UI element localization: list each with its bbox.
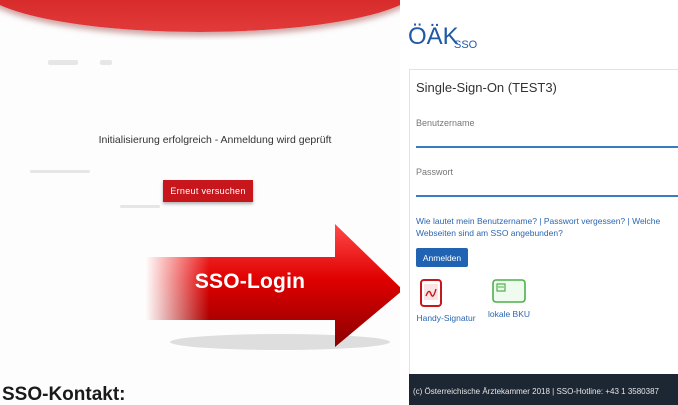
retry-button[interactable]: Erneut versuchen	[163, 180, 253, 202]
card-reader-icon	[492, 279, 526, 303]
handy-signatur-label: Handy-Signatur	[416, 313, 476, 323]
faded-placeholder	[30, 170, 90, 173]
password-label: Passwort	[416, 167, 454, 177]
faded-placeholder	[120, 205, 160, 208]
red-arc	[0, 0, 400, 32]
login-card: Single-Sign-On (TEST3) Benutzername Pass…	[409, 69, 678, 374]
oeak-logo: ÖÄK SSO	[408, 23, 478, 51]
lokale-bku-label: lokale BKU	[487, 309, 531, 319]
help-links[interactable]: Wie lautet mein Benutzername? | Passwort…	[416, 215, 676, 239]
logo-wordmark: ÖÄK	[408, 23, 459, 50]
logo-subtext: SSO	[454, 39, 478, 51]
login-title: Single-Sign-On (TEST3)	[416, 80, 557, 95]
phone-signature-icon	[420, 279, 442, 307]
header-banner	[0, 0, 400, 40]
faded-placeholder	[48, 60, 78, 65]
status-text: Initialisierung erfolgreich - Anmeldung …	[98, 134, 332, 146]
contact-heading: SSO-Kontakt:	[2, 384, 126, 405]
sso-panel: ÖÄK SSO Single-Sign-On (TEST3) Benutzern…	[400, 0, 678, 405]
sso-footer: (c) Österreichische Ärztekammer 2018 | S…	[409, 374, 678, 405]
username-input[interactable]	[416, 130, 678, 148]
password-input[interactable]	[416, 179, 678, 197]
login-button[interactable]: Anmelden	[416, 248, 468, 267]
arrow-label: SSO-Login	[194, 270, 306, 293]
handy-signatur-option[interactable]: Handy-Signatur	[416, 279, 476, 323]
username-label: Benutzername	[416, 118, 475, 128]
lokale-bku-option[interactable]: lokale BKU	[484, 279, 534, 319]
faded-placeholder	[100, 60, 112, 65]
